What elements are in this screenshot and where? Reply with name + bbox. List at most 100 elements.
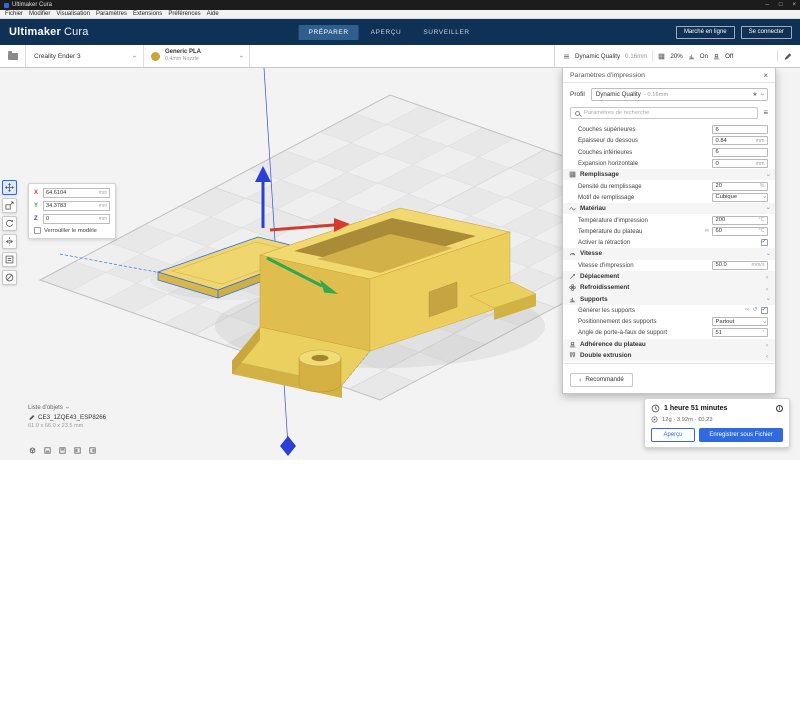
preview-button[interactable]: Aperçu xyxy=(651,428,695,442)
mirror-tool[interactable] xyxy=(2,234,17,249)
unit-label: °C xyxy=(759,228,767,234)
material-estimate: 12g · 3.92m · €0.23 xyxy=(662,417,713,423)
position-x-value: 64.6104 xyxy=(44,190,99,196)
printer-selector[interactable]: Creality Ender 3 › xyxy=(26,45,144,67)
tab-preparer[interactable]: PRÉPARER xyxy=(299,25,359,40)
setting-value-input[interactable]: 200°C xyxy=(712,216,768,225)
scale-tool[interactable] xyxy=(2,198,17,213)
setting-dropdown[interactable]: Partout› xyxy=(712,317,768,326)
support-blocker-tool[interactable] xyxy=(2,270,17,285)
minimize-button[interactable]: – xyxy=(766,2,769,8)
category-vitesse[interactable]: Vitesse› xyxy=(563,248,775,259)
profile-dropdown[interactable]: Dynamic Quality - 0.16mm ★ › xyxy=(591,88,768,101)
unit-label: ° xyxy=(762,330,767,336)
chevron-down-icon: › xyxy=(764,208,771,210)
setting-value-input[interactable]: 6 xyxy=(712,148,768,157)
setting-value-input[interactable]: 0.84mm xyxy=(712,136,768,145)
maximize-button[interactable]: □ xyxy=(779,2,783,8)
save-to-file-button[interactable]: Enregistrer sous Fichier xyxy=(699,428,783,442)
tab-surveiller[interactable]: SURVEILLER xyxy=(413,25,479,40)
unit-label: mm xyxy=(99,216,109,222)
view-top-icon[interactable] xyxy=(58,446,67,455)
value-text: 6 xyxy=(713,149,765,155)
position-row-z: Z0mm xyxy=(34,214,110,224)
category-deplacement[interactable]: Déplacement› xyxy=(563,271,775,282)
setting-value-input[interactable]: 6 xyxy=(712,125,768,134)
setting-value-input[interactable]: 0mm xyxy=(712,159,768,168)
category-refroidissement[interactable]: Refroidissement› xyxy=(563,282,775,293)
value-text: 200 xyxy=(713,217,759,223)
infill-icon xyxy=(658,53,665,60)
material-selector[interactable]: Generic PLA 0.4mm Nozzle › xyxy=(144,45,250,67)
print-settings-panel: Paramètres d'impression × Profil Dynamic… xyxy=(562,68,776,394)
dual-extrusion-icon xyxy=(569,352,576,359)
setting-checkbox[interactable]: ✓ xyxy=(761,239,769,247)
menu-modifier[interactable]: Modifier xyxy=(26,11,53,17)
edit-settings-icon[interactable] xyxy=(783,52,792,61)
setting-label: Température du plateau xyxy=(563,228,705,235)
view-3d-icon[interactable] xyxy=(28,446,37,455)
viewport[interactable]: X64.6104mmY34.3783mmZ0mm Verrouiller le … xyxy=(0,68,800,460)
marketplace-button[interactable]: Marché en ligne xyxy=(676,26,735,39)
print-settings-summary[interactable]: Dynamic Quality 0.16mm 20% On Off xyxy=(554,45,800,67)
app-logo: UltimakerCura xyxy=(9,26,89,38)
view-front-icon[interactable] xyxy=(43,446,52,455)
category-label: Double extrusion xyxy=(580,352,762,359)
rotate-tool[interactable] xyxy=(2,216,17,231)
summary-support: On xyxy=(700,53,708,60)
category-adherence-du-plateau[interactable]: Adhérence du plateau› xyxy=(563,339,775,350)
support-icon xyxy=(569,296,576,303)
value-text: Partout xyxy=(713,319,763,325)
chevron-left-icon: › xyxy=(579,376,581,383)
category-supports[interactable]: Supports› xyxy=(563,293,775,304)
setting-value-input[interactable]: 20% xyxy=(712,182,768,191)
setting-label: Température d'impression xyxy=(563,217,712,224)
object-list-item[interactable]: CE3_1ZQE43_ESP8266 xyxy=(28,414,106,421)
setting-value-input[interactable]: 50.0mm/s xyxy=(712,261,768,270)
setting-temperature-d-impression: Température d'impression200°C xyxy=(563,214,775,225)
filter-menu-icon[interactable]: ≡ xyxy=(763,109,768,117)
setting-label: Couches supérieures xyxy=(563,126,712,133)
menu-extensions[interactable]: Extensions xyxy=(130,11,165,17)
support-blocker-tool-icon xyxy=(5,273,14,282)
close-panel-icon[interactable]: × xyxy=(763,71,768,80)
menu-fichier[interactable]: Fichier xyxy=(2,11,26,17)
search-input[interactable]: Paramètres de recherche xyxy=(570,107,758,119)
revert-icon[interactable]: ↺ xyxy=(752,307,757,313)
setting-label: Générer les supports xyxy=(563,307,745,314)
object-list-label: Liste d'objets xyxy=(28,405,63,411)
open-file-button[interactable] xyxy=(0,45,26,67)
menu-visualisation[interactable]: Visualisation xyxy=(53,11,93,17)
menu-aide[interactable]: Aide xyxy=(204,11,222,17)
move-tool[interactable] xyxy=(2,180,17,195)
material-color-icon xyxy=(151,52,160,61)
category-materiau[interactable]: Matériau› xyxy=(563,203,775,214)
setting-value-input[interactable]: 51° xyxy=(712,328,768,337)
link-icon[interactable]: ∞ xyxy=(745,307,749,313)
setting-checkbox[interactable]: ✓ xyxy=(761,307,769,315)
menu-preferences[interactable]: Préférences xyxy=(165,11,203,17)
link-icon[interactable]: ∞ xyxy=(705,228,709,234)
setting-value-input[interactable]: 60°C xyxy=(712,227,768,236)
category-double-extrusion[interactable]: Double extrusion › xyxy=(563,350,775,361)
close-button[interactable]: × xyxy=(792,2,796,8)
setting-dropdown[interactable]: Cubique› xyxy=(712,193,768,202)
per-model-settings-tool[interactable] xyxy=(2,252,17,267)
info-icon[interactable]: i xyxy=(776,405,783,412)
chevron-left-icon: › xyxy=(766,352,768,359)
view-left-icon[interactable] xyxy=(73,446,82,455)
position-x-input[interactable]: 64.6104mm xyxy=(43,188,110,198)
lock-model-checkbox[interactable] xyxy=(34,227,41,234)
category-remplissage[interactable]: Remplissage› xyxy=(563,169,775,180)
menu-parametres[interactable]: Paramètres xyxy=(93,11,130,17)
value-text: Cubique xyxy=(713,194,763,200)
object-list-toggle[interactable]: Liste d'objets › xyxy=(28,404,106,411)
position-panel: X64.6104mmY34.3783mmZ0mm Verrouiller le … xyxy=(28,183,116,239)
position-z-input[interactable]: 0mm xyxy=(43,214,110,224)
position-y-input[interactable]: 34.3783mm xyxy=(43,201,110,211)
setting-label: Motif de remplissage xyxy=(563,194,712,201)
recommended-button[interactable]: › Recommandé xyxy=(570,373,633,387)
view-right-icon[interactable] xyxy=(88,446,97,455)
signin-button[interactable]: Se connecter xyxy=(741,26,792,39)
tab-apercu[interactable]: APERÇU xyxy=(361,25,412,40)
